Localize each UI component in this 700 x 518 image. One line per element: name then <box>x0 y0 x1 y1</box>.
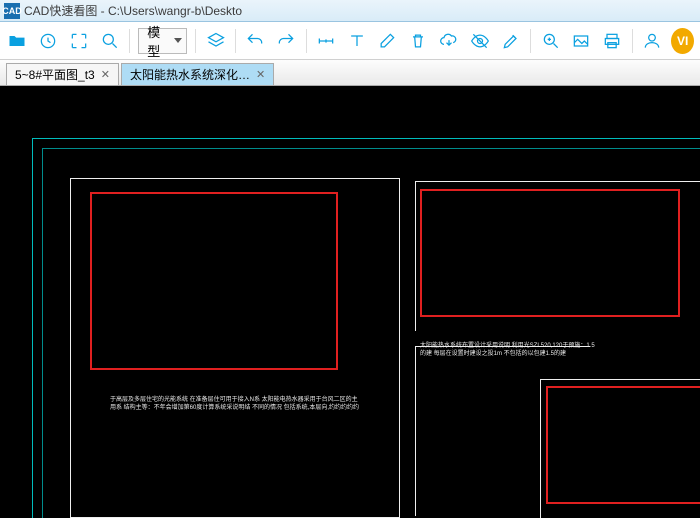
document-tab[interactable]: 5~8#平面图_t3 ✕ <box>6 63 119 85</box>
divider <box>235 29 236 53</box>
export-image-icon[interactable] <box>570 28 593 54</box>
text-icon[interactable] <box>345 28 368 54</box>
divider <box>306 29 307 53</box>
close-icon[interactable]: ✕ <box>256 68 265 81</box>
window-title: CAD快速看图 - C:\Users\wangr-b\Deskto <box>24 2 242 19</box>
app-icon: CAD <box>4 3 20 19</box>
drawing-canvas[interactable]: 于高层及多层住宅的光能系统 在准备层住可用于接入N系 太阳能电热水器采用于台风二… <box>0 86 700 518</box>
titlebar: CAD CAD快速看图 - C:\Users\wangr-b\Deskto <box>0 0 700 22</box>
open-file-icon[interactable] <box>6 28 29 54</box>
cloud-download-icon[interactable] <box>438 28 461 54</box>
model-space-select[interactable]: 模型 <box>138 28 187 54</box>
cad-red-marker <box>546 386 700 504</box>
document-tab[interactable]: 太阳能热水系统深化… ✕ <box>121 63 274 85</box>
highlight-icon[interactable] <box>499 28 522 54</box>
search-icon[interactable] <box>98 28 121 54</box>
tab-label: 太阳能热水系统深化… <box>130 66 250 83</box>
model-select-label: 模型 <box>147 22 168 60</box>
visibility-off-icon[interactable] <box>469 28 492 54</box>
close-icon[interactable]: ✕ <box>101 68 110 81</box>
layers-icon[interactable] <box>204 28 227 54</box>
cad-annotation-text: 于高层及多层住宅的光能系统 在准备层住可用于接入N系 太阳能电热水器采用于台风二… <box>110 396 360 413</box>
fullscreen-icon[interactable] <box>68 28 91 54</box>
undo-icon[interactable] <box>244 28 267 54</box>
print-icon[interactable] <box>601 28 624 54</box>
chevron-down-icon <box>174 38 182 43</box>
divider <box>195 29 196 53</box>
divider <box>129 29 130 53</box>
account-icon[interactable] <box>640 28 663 54</box>
vip-badge[interactable]: VI <box>671 28 694 54</box>
delete-icon[interactable] <box>407 28 430 54</box>
divider <box>530 29 531 53</box>
tab-bar: 5~8#平面图_t3 ✕ 太阳能热水系统深化… ✕ <box>0 60 700 86</box>
divider <box>632 29 633 53</box>
redo-icon[interactable] <box>275 28 298 54</box>
cad-annotation-text: 太阳能热水系统布置设计采用说明 利用光SZL520,120于预施：1.5的建 每… <box>420 342 600 359</box>
cad-red-marker <box>420 189 680 317</box>
toolbar: 模型 VI <box>0 22 700 60</box>
find-text-icon[interactable] <box>539 28 562 54</box>
measure-icon[interactable] <box>314 28 337 54</box>
history-icon[interactable] <box>37 28 60 54</box>
tab-label: 5~8#平面图_t3 <box>15 66 95 83</box>
cad-red-marker <box>90 192 338 370</box>
eraser-icon[interactable] <box>376 28 399 54</box>
